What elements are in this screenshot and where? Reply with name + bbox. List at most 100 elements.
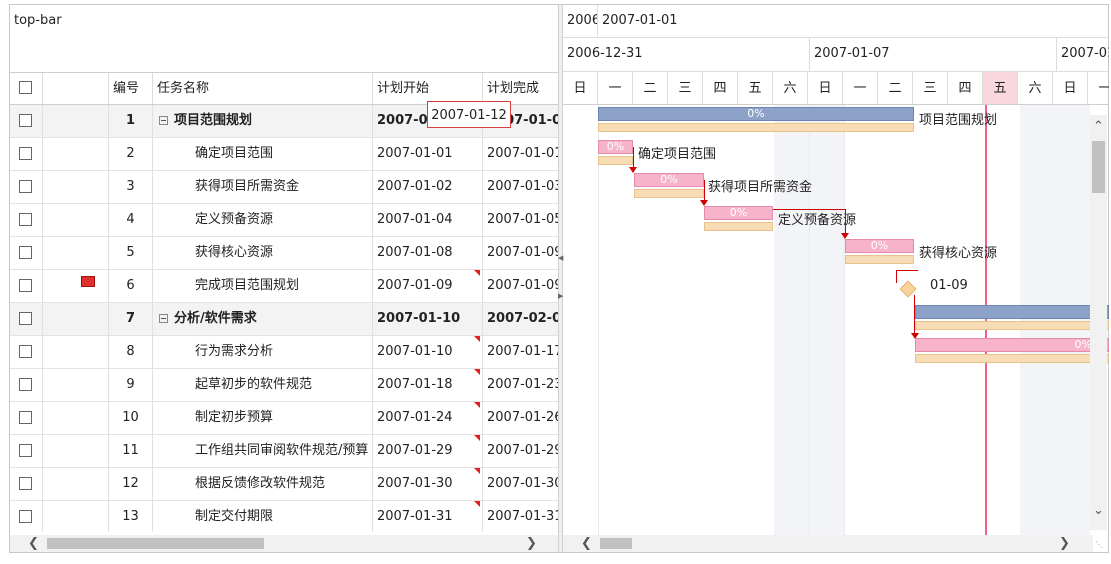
plan-finish-cell[interactable]: 2007-01-05 xyxy=(483,204,558,236)
select-all-checkbox[interactable] xyxy=(19,81,32,94)
task-name-cell[interactable]: 工作组共同审阅软件规范/预算 xyxy=(153,435,373,467)
table-row[interactable]: 8 行为需求分析 2007-01-10 2007-01-17 xyxy=(10,336,558,369)
task-name-cell[interactable]: 制定交付期限 xyxy=(153,501,373,532)
task-bar[interactable]: 0% xyxy=(845,239,914,253)
plan-start-cell[interactable]: 2007-01-31 xyxy=(373,501,483,532)
task-name-cell[interactable]: 项目范围规划 xyxy=(153,105,373,137)
row-checkbox[interactable] xyxy=(19,378,32,391)
table-row[interactable]: 11 工作组共同审阅软件规范/预算 2007-01-29 2007-01-29 xyxy=(10,435,558,468)
plan-start-header[interactable]: 计划开始 xyxy=(373,73,483,104)
scroll-up-icon[interactable]: ⌃ xyxy=(1093,119,1104,134)
number-header[interactable]: 编号 xyxy=(109,73,153,104)
row-checkbox[interactable] xyxy=(19,345,32,358)
plan-finish-cell[interactable]: 2007-01-23 xyxy=(483,369,558,401)
summary-bar[interactable] xyxy=(915,305,1109,319)
plan-start-cell[interactable]: 2007-01-24 xyxy=(373,402,483,434)
plan-start-cell[interactable]: 2007-01-10 xyxy=(373,303,483,335)
scroll-down-icon[interactable]: ⌄ xyxy=(1093,503,1104,518)
resize-grip-icon[interactable]: ⋱ xyxy=(1095,540,1105,550)
row-checkbox[interactable] xyxy=(19,213,32,226)
task-bar[interactable]: 0% xyxy=(915,338,1109,352)
gantt-horizontal-scrollbar[interactable]: ❮ ❯ xyxy=(563,535,1093,552)
plan-finish-cell[interactable]: 2007-01-30 xyxy=(483,468,558,500)
plan-finish-cell[interactable]: 2007-01-29 xyxy=(483,435,558,467)
row-checkbox[interactable] xyxy=(19,312,32,325)
task-name-cell[interactable]: 完成项目范围规划 xyxy=(153,270,373,302)
task-name-cell[interactable]: 制定初步预算 xyxy=(153,402,373,434)
task-name-cell[interactable]: 获得核心资源 xyxy=(153,237,373,269)
table-row[interactable]: 5 获得核心资源 2007-01-08 2007-01-09 xyxy=(10,237,558,270)
task-name-cell[interactable]: 起草初步的软件规范 xyxy=(153,369,373,401)
day-cell: 四 xyxy=(948,72,983,104)
gantt-vscroll-thumb[interactable] xyxy=(1092,141,1105,193)
scroll-left-icon[interactable]: ❮ xyxy=(28,536,39,551)
row-checkbox[interactable] xyxy=(19,114,32,127)
plan-start-value: 2007-01-10 xyxy=(377,311,461,326)
row-checkbox[interactable] xyxy=(19,510,32,523)
summary-bar[interactable]: 0% xyxy=(598,107,914,121)
plan-finish-cell[interactable]: 2007-01-09 xyxy=(483,270,558,302)
plan-start-cell[interactable]: 2007-01-30 xyxy=(373,468,483,500)
plan-finish-cell[interactable]: 2007-02-05 xyxy=(483,303,558,335)
row-checkbox[interactable] xyxy=(19,477,32,490)
table-row[interactable]: 7 分析/软件需求 2007-01-10 2007-02-05 xyxy=(10,303,558,336)
table-row[interactable]: 13 制定交付期限 2007-01-31 2007-01-31 xyxy=(10,501,558,532)
plan-start-cell[interactable]: 2007-01-10 xyxy=(373,336,483,368)
collapse-icon[interactable] xyxy=(159,116,168,125)
task-name-cell[interactable]: 确定项目范围 xyxy=(153,138,373,170)
gantt-hscroll-thumb[interactable] xyxy=(600,538,632,549)
plan-start-cell[interactable]: 2007-01-08 xyxy=(373,237,483,269)
table-row[interactable]: 4 定义预备资源 2007-01-04 2007-01-05 xyxy=(10,204,558,237)
week-cell: 2007-01 xyxy=(1061,46,1109,61)
plan-finish-cell[interactable]: 2007-01-01 xyxy=(483,138,558,170)
plan-start-cell[interactable]: 2007-01-29 xyxy=(373,435,483,467)
task-name: 定义预备资源 xyxy=(195,212,274,227)
table-row[interactable]: 10 制定初步预算 2007-01-24 2007-01-26 xyxy=(10,402,558,435)
grid-horizontal-scrollbar[interactable]: ❮ ❯ xyxy=(10,535,558,552)
grid-scroll-thumb[interactable] xyxy=(47,538,264,549)
scroll-right-icon[interactable]: ❯ xyxy=(1059,536,1070,551)
gantt-vertical-scrollbar[interactable]: ⌃ ⌄ xyxy=(1090,115,1107,530)
plan-start-cell[interactable]: 2007-01-18 xyxy=(373,369,483,401)
table-row[interactable]: 12 根据反馈修改软件规范 2007-01-30 2007-01-30 xyxy=(10,468,558,501)
plan-start-cell[interactable]: 2007-01-09 xyxy=(373,270,483,302)
row-checkbox[interactable] xyxy=(19,147,32,160)
plan-start-value: 2007-01-09 xyxy=(377,278,453,293)
row-checkbox[interactable] xyxy=(19,411,32,424)
table-row[interactable]: 9 起草初步的软件规范 2007-01-18 2007-01-23 xyxy=(10,369,558,402)
baseline-bar xyxy=(598,156,633,165)
task-name-cell[interactable]: 根据反馈修改软件规范 xyxy=(153,468,373,500)
plan-start-cell[interactable]: 2007-01-02 xyxy=(373,171,483,203)
task-name-header[interactable]: 任务名称 xyxy=(153,73,373,104)
plan-finish-cell[interactable]: 2007-01-31 xyxy=(483,501,558,532)
scroll-right-icon[interactable]: ❯ xyxy=(526,536,537,551)
plan-finish-cell[interactable]: 2007-01-26 xyxy=(483,402,558,434)
task-bar[interactable]: 0% xyxy=(704,206,773,220)
table-row[interactable]: 2 确定项目范围 2007-01-01 2007-01-01 xyxy=(10,138,558,171)
row-checkbox[interactable] xyxy=(19,180,32,193)
plan-finish-cell[interactable]: 2007-01-17 xyxy=(483,336,558,368)
plan-finish-header[interactable]: 计划完成 xyxy=(483,73,558,104)
task-name-cell[interactable]: 分析/软件需求 xyxy=(153,303,373,335)
scroll-left-icon[interactable]: ❮ xyxy=(581,536,592,551)
plan-start-cell[interactable]: 2007-01-01 xyxy=(373,138,483,170)
task-bar[interactable]: 0% xyxy=(598,140,633,154)
task-name-cell[interactable]: 获得项目所需资金 xyxy=(153,171,373,203)
task-bar[interactable]: 0% xyxy=(634,173,704,187)
table-row[interactable]: 3 获得项目所需资金 2007-01-02 2007-01-03 xyxy=(10,171,558,204)
checkbox-cell xyxy=(10,204,43,236)
task-name-cell[interactable]: 定义预备资源 xyxy=(153,204,373,236)
row-checkbox[interactable] xyxy=(19,246,32,259)
plan-finish-value: 2007-01-05 xyxy=(487,212,558,227)
table-row[interactable]: 6 完成项目范围规划 2007-01-09 2007-01-09 xyxy=(10,270,558,303)
task-name-cell[interactable]: 行为需求分析 xyxy=(153,336,373,368)
plan-start-cell[interactable]: 2007-01-04 xyxy=(373,204,483,236)
plan-finish-cell[interactable]: 2007-01-03 xyxy=(483,171,558,203)
plan-finish-cell[interactable]: 2007-01-09 xyxy=(483,237,558,269)
row-checkbox[interactable] xyxy=(19,444,32,457)
plan-finish-value: 2007-01-17 xyxy=(487,344,558,359)
row-checkbox[interactable] xyxy=(19,279,32,292)
row-number: 8 xyxy=(109,336,153,368)
collapse-icon[interactable] xyxy=(159,314,168,323)
bar-label: 获得核心资源 xyxy=(919,246,998,261)
